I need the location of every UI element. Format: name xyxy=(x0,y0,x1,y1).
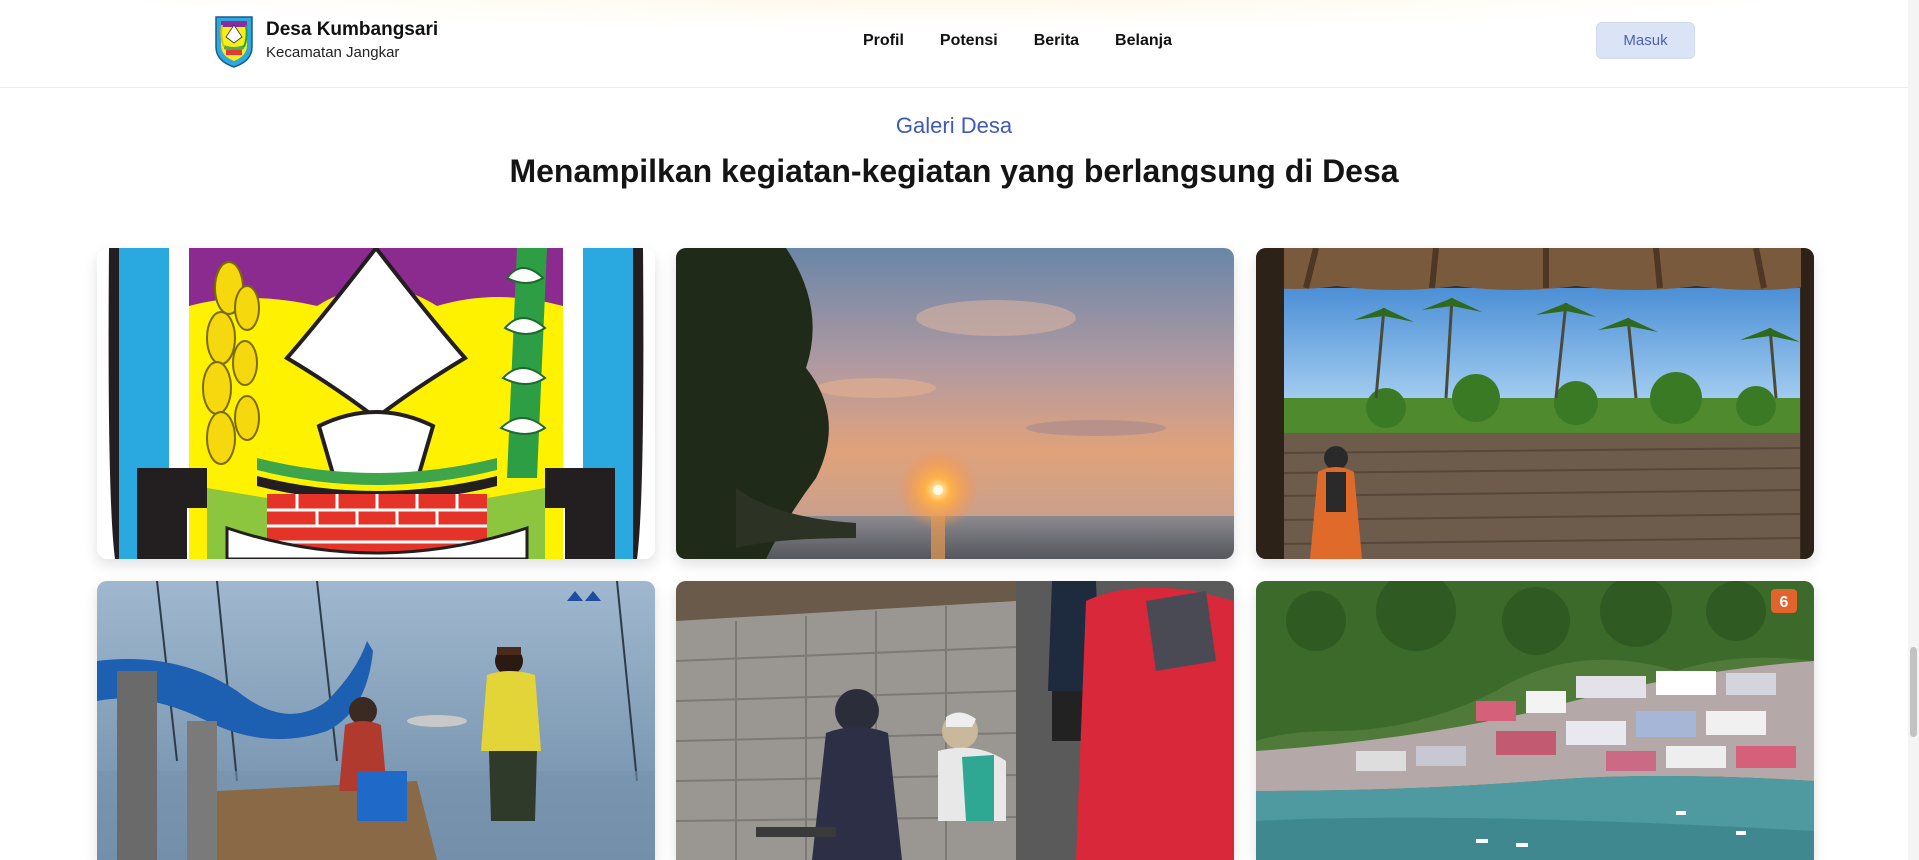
gallery-card-emblem[interactable] xyxy=(97,248,655,559)
field-image xyxy=(1256,248,1814,559)
gallery-card-sunset[interactable] xyxy=(676,248,1234,559)
gallery-card-fishermen[interactable] xyxy=(97,581,655,860)
channel-badge-label: 6 xyxy=(1780,594,1789,611)
page-scrollbar[interactable] xyxy=(1908,0,1919,860)
gallery-card-village[interactable]: 6 xyxy=(1256,581,1814,860)
main-nav: Profil Potensi Berita Belanja xyxy=(863,30,1208,52)
gallery-card-construction[interactable] xyxy=(676,581,1234,860)
nav-item-belanja[interactable]: Belanja xyxy=(1115,30,1172,52)
brand-subtitle: Kecamatan Jangkar xyxy=(266,44,400,61)
brand-name: Desa Kumbangsari xyxy=(266,19,439,40)
nav-item-berita[interactable]: Berita xyxy=(1034,30,1079,52)
sunset-image xyxy=(676,248,1234,559)
gallery-card-field[interactable] xyxy=(1256,248,1814,559)
login-button[interactable]: Masuk xyxy=(1596,22,1695,59)
nav-item-potensi[interactable]: Potensi xyxy=(940,30,998,52)
village-emblem-icon xyxy=(215,16,253,68)
fishermen-image xyxy=(97,581,655,860)
gallery-title: Menampilkan kegiatan-kegiatan yang berla… xyxy=(509,153,1399,189)
gallery-kicker: Galeri Desa xyxy=(895,113,1013,138)
brand[interactable]: Desa Kumbangsari Kecamatan Jangkar xyxy=(212,13,438,69)
village-image: 6 xyxy=(1256,581,1814,860)
scrollbar-thumb[interactable] xyxy=(1910,647,1917,737)
site-header: Desa Kumbangsari Kecamatan Jangkar Profi… xyxy=(0,0,1908,88)
nav-item-profil[interactable]: Profil xyxy=(863,30,904,52)
brand-text: Desa Kumbangsari Kecamatan Jangkar xyxy=(266,18,438,64)
emblem-image xyxy=(97,248,655,559)
construction-image xyxy=(676,581,1234,860)
